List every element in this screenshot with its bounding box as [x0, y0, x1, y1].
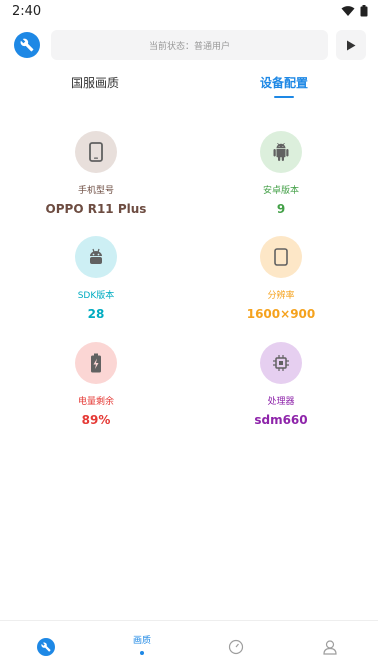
device-card-phone-model: 手机型号 OPPO R11 Plus	[26, 131, 166, 216]
device-value: 1600×900	[246, 307, 316, 321]
android-version-icon-bg	[260, 131, 302, 173]
screen-icon	[274, 248, 288, 266]
gauge-icon	[228, 639, 244, 655]
device-card-battery: 电量剩余 89%	[26, 342, 166, 427]
nav-tools[interactable]	[26, 638, 66, 656]
tools-button[interactable]	[14, 32, 40, 58]
phone-model-icon-bg	[75, 131, 117, 173]
device-value: 9	[276, 202, 286, 216]
tab-bar: 国服画质 设备配置	[0, 68, 378, 102]
device-card-sdk-version: SDK版本 28	[26, 236, 166, 321]
device-value: 89%	[81, 413, 111, 427]
nav-quality-label: 画质	[132, 636, 151, 646]
tab-cn-quality[interactable]: 国服画质	[71, 74, 119, 91]
device-label: 分辨率	[267, 291, 295, 301]
wrench-icon	[41, 642, 51, 652]
phone-icon	[89, 142, 103, 162]
sdk-version-icon-bg	[75, 236, 117, 278]
nav-active-dot	[140, 651, 144, 655]
active-tab-indicator	[274, 96, 294, 98]
device-label: 手机型号	[77, 186, 114, 196]
device-label: SDK版本	[77, 291, 115, 301]
device-label: 安卓版本	[262, 186, 299, 196]
user-status-field: 当前状态：普通用户	[51, 30, 328, 60]
battery-icon-bg	[75, 342, 117, 384]
android-robot-icon	[90, 248, 102, 264]
battery-icon	[91, 353, 101, 373]
wrench-icon	[20, 38, 34, 52]
tab-device-config[interactable]: 设备配置	[260, 74, 308, 91]
top-bar: 当前状态：普通用户	[0, 28, 378, 62]
wifi-icon	[341, 6, 355, 16]
device-value: OPPO R11 Plus	[45, 202, 147, 216]
bottom-nav: 画质	[0, 621, 378, 672]
resolution-icon-bg	[260, 236, 302, 278]
device-card-android-version: 安卓版本 9	[211, 131, 351, 216]
device-label: 电量剩余	[77, 397, 114, 407]
processor-icon-bg	[260, 342, 302, 384]
play-button[interactable]	[336, 30, 366, 60]
nav-speed[interactable]	[216, 639, 256, 659]
status-bar: 2:40	[0, 0, 378, 24]
device-value: sdm660	[254, 413, 308, 427]
user-status-text: 当前状态：普通用户	[148, 41, 230, 52]
device-value: 28	[87, 307, 105, 321]
chip-icon	[273, 355, 289, 371]
device-card-resolution: 分辨率 1600×900	[211, 236, 351, 321]
status-icons	[341, 5, 368, 17]
play-icon	[347, 40, 356, 50]
nav-profile[interactable]	[310, 639, 350, 659]
nav-tools-icon-bg	[37, 638, 55, 656]
battery-status-icon	[360, 5, 368, 17]
android-icon	[273, 143, 289, 161]
user-icon	[323, 640, 337, 655]
status-time: 2:40	[12, 4, 42, 19]
device-card-processor: 处理器 sdm660	[211, 342, 351, 427]
device-label: 处理器	[267, 397, 295, 407]
